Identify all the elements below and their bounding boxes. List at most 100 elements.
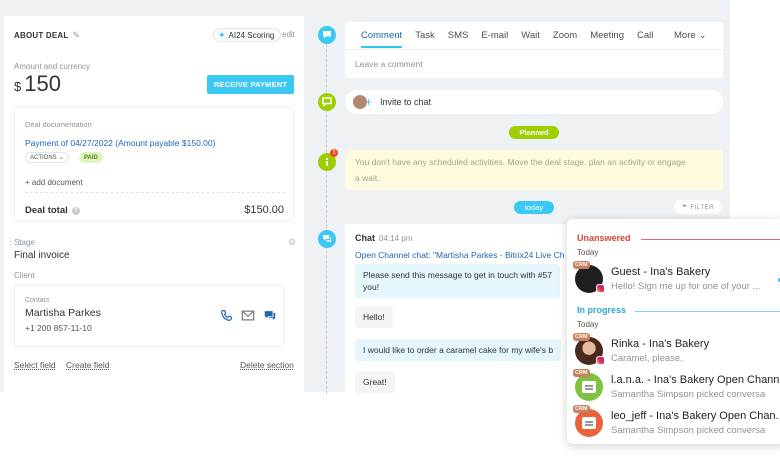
filter-label: FILTER — [690, 203, 715, 211]
deal-total-value: $150.00 — [244, 204, 284, 216]
contact-name[interactable]: Martisha Parkes — [25, 307, 101, 319]
crm-tag: CRM — [573, 261, 590, 269]
amount-value: $ 150 — [14, 71, 61, 97]
actions-label: ACTIONS — [30, 154, 57, 161]
conversation-item[interactable]: CRM Guest - Ina's Bakery Hello! Sign me … — [573, 261, 780, 295]
day-label: Today — [577, 248, 599, 257]
filter-button[interactable]: ⏷ FILTER — [674, 200, 722, 214]
tab-comment[interactable]: Comment — [361, 30, 403, 48]
notice-line-2: a wait. — [355, 173, 380, 183]
currency-symbol: $ — [14, 79, 22, 94]
divider — [635, 311, 780, 312]
chat-message: I would like to order a caramel cake for… — [355, 339, 562, 361]
amount-number: 150 — [24, 71, 61, 96]
avatar — [575, 373, 603, 401]
notice-line-1: You don't have any scheduled activities.… — [355, 157, 686, 167]
unanswered-label: Unanswered — [577, 233, 631, 243]
edit-link[interactable]: edit — [282, 30, 295, 39]
instagram-icon — [596, 284, 605, 293]
crm-tag: CRM — [573, 369, 590, 377]
conversation-name: leo_jeff - Ina's Bakery Open Chan. — [611, 410, 779, 422]
crm-tag: CRM — [573, 333, 590, 341]
tab-meeting[interactable]: Meeting — [590, 30, 624, 48]
stage-value[interactable]: Final invoice — [14, 250, 70, 261]
conversation-preview: Samantha Simpson picked conversa — [611, 389, 766, 400]
tab-email[interactable]: E-mail — [481, 30, 508, 48]
add-document-link[interactable]: + add document — [25, 178, 83, 187]
chat-message: Great! — [355, 371, 395, 393]
receive-payment-button[interactable]: RECEIVE PAYMENT — [207, 75, 294, 94]
chat-header: Chat 04:14 pm — [355, 233, 412, 243]
ai-sparkle-icon: ✦ — [218, 29, 226, 40]
gear-icon[interactable]: ⚙ — [288, 237, 296, 248]
ai-scoring-label: AI24 Scoring — [228, 30, 275, 40]
chat-message: Hello! — [355, 306, 393, 328]
no-activities-notice: You don't have any scheduled activities.… — [345, 150, 723, 190]
deal-panel: ABOUT DEAL ✎ ✦ AI24 Scoring edit Amount … — [4, 16, 304, 392]
timeline-line — [326, 34, 327, 394]
create-field-link[interactable]: Create field — [66, 360, 109, 370]
chat-icon[interactable] — [263, 309, 277, 322]
conversation-item[interactable]: CRM leo_jeff - Ina's Bakery Open Chan. S… — [573, 405, 780, 439]
actions-dropdown[interactable]: ACTIONS ⌄ — [25, 152, 69, 163]
open-lines-popup: Unanswered Today CRM Guest - Ina's Baker… — [567, 219, 780, 444]
mail-icon[interactable] — [241, 309, 255, 322]
chevron-down-icon: ⌄ — [58, 155, 64, 161]
contact-card: Contact Martisha Parkes +1 200 857-11-10 — [14, 284, 284, 347]
message-text: I would like to order a caramel cake for… — [363, 345, 554, 355]
tab-wait[interactable]: Wait — [521, 30, 540, 48]
deal-title-text: ABOUT DEAL — [14, 31, 69, 40]
client-label: Client — [14, 271, 35, 280]
tab-call[interactable]: Call — [637, 30, 653, 48]
select-field-link[interactable]: Select field — [14, 360, 56, 370]
avatar — [575, 409, 603, 437]
conversation-item[interactable]: CRM Rinka - Ina's Bakery Caramel, please… — [573, 333, 780, 367]
ai-scoring-button[interactable]: ✦ AI24 Scoring — [213, 28, 282, 42]
conversation-name: Guest - Ina's Bakery — [611, 266, 711, 278]
conversation-preview: Hello! Sign me up for one of your ... — [611, 281, 761, 292]
tab-zoom[interactable]: Zoom — [553, 30, 577, 48]
planned-divider: Planned — [509, 126, 559, 139]
deal-total-label: Deal total ? — [25, 205, 80, 216]
deal-section-title: ABOUT DEAL ✎ — [14, 30, 80, 41]
contact-actions — [220, 309, 277, 322]
payment-link[interactable]: Payment of 04/27/2022 (Amount payable $1… — [25, 138, 215, 148]
divider — [25, 192, 285, 193]
phone-icon[interactable] — [220, 309, 233, 322]
open-channel-icon — [582, 417, 596, 429]
unanswered-section-header: Unanswered — [577, 233, 780, 243]
comment-input[interactable]: Leave a comment — [355, 59, 423, 69]
open-channel-link[interactable]: Open Channel chat: "Martisha Parkes - Bi… — [355, 250, 564, 260]
deal-total-text: Deal total — [25, 205, 68, 216]
chat-timeline-icon — [318, 230, 336, 248]
crm-tag: CRM — [573, 405, 590, 413]
conversation-item[interactable]: CRM l.a.n.a. - Ina's Bakery Open Chann S… — [573, 369, 780, 403]
message-text: Hello! — [363, 312, 385, 322]
paid-badge: PAID — [79, 152, 103, 163]
day-label: Today — [577, 320, 599, 329]
doc-label: Deal documentation — [25, 120, 92, 129]
tab-task[interactable]: Task — [415, 30, 435, 48]
plus-icon: + — [365, 95, 373, 109]
pencil-icon[interactable]: ✎ — [72, 30, 80, 41]
chat-time: 04:14 pm — [379, 234, 413, 243]
invite-to-chat-button[interactable]: + Invite to chat — [345, 90, 723, 114]
instagram-icon — [596, 356, 605, 365]
message-text: Great! — [363, 377, 387, 387]
conversation-name: l.a.n.a. - Ina's Bakery Open Chann — [611, 374, 780, 386]
more-tabs-button[interactable]: More ⌄ — [674, 30, 707, 41]
tab-sms[interactable]: SMS — [448, 30, 469, 48]
amount-label: Amount and currency — [14, 62, 91, 71]
help-icon[interactable]: ? — [71, 206, 80, 215]
stage-label: Stage — [14, 238, 35, 247]
message-text: you! — [363, 282, 380, 292]
comment-timeline-icon — [318, 26, 336, 44]
conversation-preview: Caramel, please. — [611, 353, 683, 364]
deal-documentation-box: Deal documentation Payment of 04/27/2022… — [14, 107, 294, 221]
delete-section-link[interactable]: Delete section — [240, 360, 294, 370]
filter-icon: ⏷ — [681, 203, 688, 210]
contact-phone[interactable]: +1 200 857-11-10 — [25, 323, 92, 333]
in-progress-label: In progress — [577, 305, 627, 315]
divider — [345, 49, 723, 50]
today-divider: today — [514, 201, 554, 214]
